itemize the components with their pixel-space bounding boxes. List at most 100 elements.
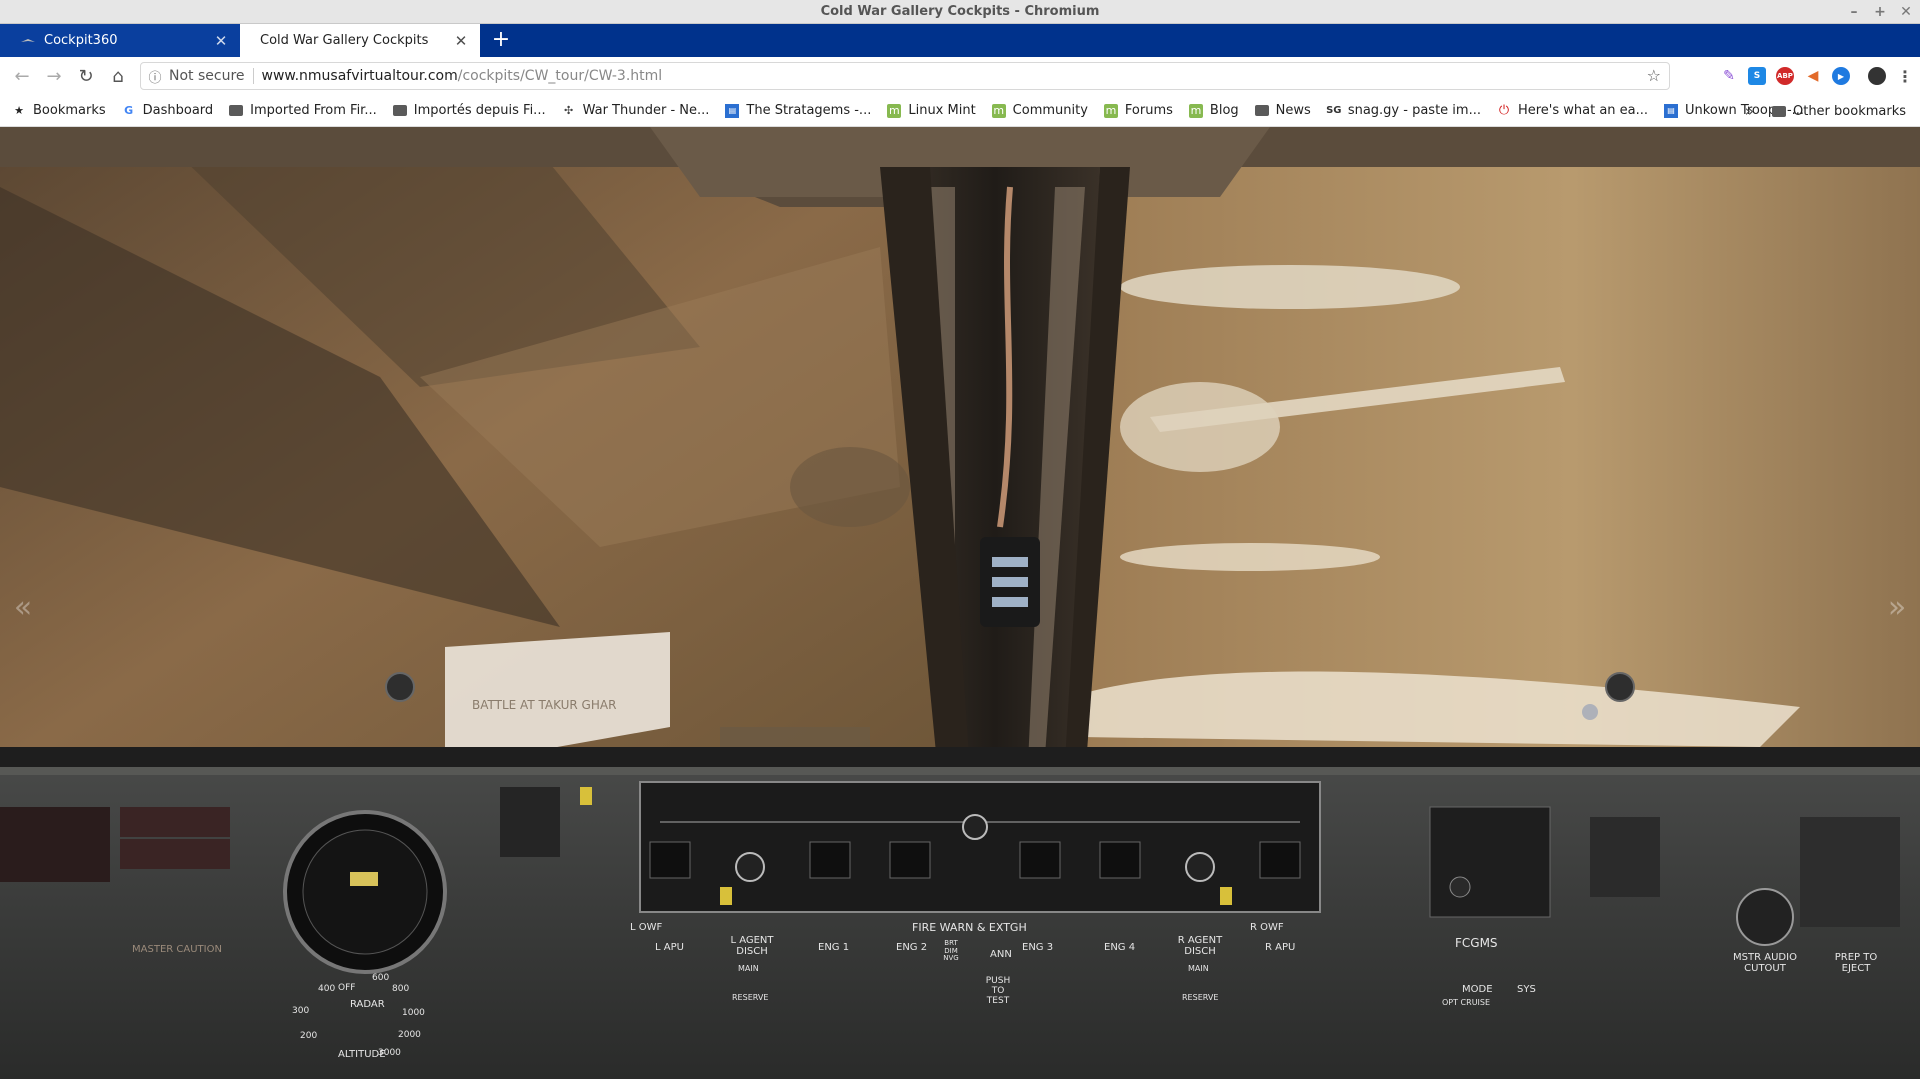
- info-icon[interactable]: ⓘ: [141, 67, 169, 86]
- bookmark-label: Linux Mint: [908, 103, 976, 118]
- maximize-icon[interactable]: +: [1874, 4, 1886, 20]
- sys-label: SYS: [1517, 984, 1536, 995]
- l-apu-label: L APU: [655, 942, 684, 953]
- new-tab-button[interactable]: +: [486, 25, 516, 55]
- folder-icon: [229, 104, 244, 118]
- bookmark-label: Blog: [1209, 103, 1239, 118]
- bookmark-item[interactable]: Importés depuis Fi...: [392, 103, 546, 118]
- alt-tick: 600: [372, 973, 390, 983]
- pan-right-icon[interactable]: »: [1882, 587, 1912, 627]
- bookmark-item[interactable]: News: [1254, 103, 1311, 118]
- alt-tick: 2000: [398, 1030, 421, 1040]
- pan-left-icon[interactable]: «: [8, 587, 38, 627]
- bookmark-label: Dashboard: [142, 103, 214, 118]
- bookmark-star-icon[interactable]: ☆: [1647, 66, 1661, 85]
- r-owf-label: R OWF: [1250, 922, 1284, 933]
- panorama-viewer[interactable]: BATTLE AT TAKUR GHAR MASTER CAUTION OFF …: [0, 127, 1920, 1079]
- mint-icon: m: [991, 103, 1006, 118]
- tab-strip: Cockpit360 ✕ Cold War Gallery Cockpits ✕…: [0, 24, 1920, 57]
- r-reserve-label: RESERVE: [1182, 993, 1219, 1002]
- snag-icon: SG: [1326, 105, 1342, 116]
- page-icon: ▤: [725, 103, 740, 118]
- menu-dots-icon[interactable]: ⋮: [1896, 67, 1914, 86]
- exhibit-banner-text: BATTLE AT TAKUR GHAR: [472, 698, 616, 712]
- home-icon[interactable]: ⌂: [102, 60, 134, 92]
- war-thunder-icon: ✣: [563, 104, 574, 117]
- other-bookmarks-label: Other bookmarks: [1792, 103, 1906, 119]
- tab-cold-war-gallery[interactable]: Cold War Gallery Cockpits ✕: [240, 24, 480, 57]
- bookmarks-bar: ★ Bookmarks G Dashboard Imported From Fir.…: [0, 95, 1920, 127]
- address-bar[interactable]: ⓘ Not secure www.nmusafvirtualtour.com/c…: [140, 62, 1670, 90]
- bookmark-item[interactable]: ✣ War Thunder - Ne...: [562, 103, 709, 118]
- bookmark-item[interactable]: m Community: [991, 103, 1088, 118]
- tab-cockpit360[interactable]: Cockpit360 ✕: [0, 24, 240, 57]
- eng-2-label: ENG 2: [896, 942, 928, 953]
- other-bookmarks-folder[interactable]: Other bookmarks: [1771, 103, 1906, 119]
- mint-icon: m: [1188, 103, 1203, 118]
- bookmark-item[interactable]: ⏻ Here's what an ea...: [1497, 103, 1648, 118]
- bookmark-item[interactable]: Imported From Fir...: [229, 103, 377, 118]
- bookmark-label: Bookmarks: [33, 103, 106, 118]
- security-label: Not secure: [169, 68, 254, 84]
- url-path: /cockpits/CW_tour/CW-3.html: [457, 68, 663, 84]
- star-icon: ★: [14, 104, 24, 117]
- mint-icon: m: [887, 103, 902, 118]
- url-host: www.nmusafvirtualtour.com: [261, 68, 458, 84]
- bookmark-label: Imported From Fir...: [250, 103, 377, 118]
- cockpit-panorama-image: BATTLE AT TAKUR GHAR: [0, 127, 1920, 1079]
- bookmark-item[interactable]: ▤ The Stratagems -...: [725, 103, 871, 118]
- bookmarks-overflow-button[interactable]: »: [1745, 102, 1754, 120]
- l-main-label: MAIN: [738, 964, 759, 973]
- window-titlebar: Cold War Gallery Cockpits - Chromium – +…: [0, 0, 1920, 24]
- close-window-icon[interactable]: ✕: [1900, 4, 1912, 20]
- feather-extension-icon[interactable]: ✎: [1720, 67, 1738, 85]
- opt-cruise-label: OPT CRUISE: [1442, 998, 1491, 1007]
- bookmark-item[interactable]: m Blog: [1188, 103, 1239, 118]
- folder-icon: [1254, 104, 1269, 118]
- r-apu-label: R APU: [1265, 942, 1296, 953]
- reload-icon[interactable]: ↻: [70, 60, 102, 92]
- bookmark-item[interactable]: G Dashboard: [122, 103, 214, 118]
- skype-extension-icon[interactable]: S: [1748, 67, 1766, 85]
- bookmark-item[interactable]: m Linux Mint: [887, 103, 976, 118]
- bookmark-item[interactable]: m Forums: [1103, 103, 1173, 118]
- mstr-audio-label: MSTR AUDIO CUTOUT: [1733, 952, 1797, 974]
- l-owf-label: L OWF: [630, 922, 663, 933]
- master-caution-label: MASTER CAUTION: [132, 944, 222, 955]
- ann-label: ANN: [990, 949, 1012, 960]
- back-arrow-icon[interactable]: ←: [6, 60, 38, 92]
- alt-tick: 400: [318, 984, 336, 994]
- forward-arrow-icon[interactable]: →: [38, 60, 70, 92]
- r-main-label: MAIN: [1188, 964, 1209, 973]
- play-extension-icon[interactable]: ▶: [1832, 67, 1850, 85]
- brt-dim-label: BRT DIM NVG: [943, 939, 959, 963]
- close-tab-icon[interactable]: ✕: [214, 32, 228, 50]
- profile-avatar-icon[interactable]: [1868, 67, 1886, 85]
- eng-4-label: ENG 4: [1104, 942, 1136, 953]
- alt-tick: 200: [300, 1031, 318, 1041]
- page-icon: ▤: [1664, 103, 1679, 118]
- alt-tick: 300: [292, 1006, 310, 1016]
- speaker-extension-icon[interactable]: ◀: [1804, 67, 1822, 85]
- bookmark-item[interactable]: ★ Bookmarks: [12, 103, 106, 118]
- browser-toolbar: ← → ↻ ⌂ ⓘ Not secure www.nmusafvirtualto…: [0, 57, 1920, 95]
- bookmark-item[interactable]: SG snag.gy - paste im...: [1326, 103, 1481, 118]
- close-tab-icon[interactable]: ✕: [454, 32, 468, 50]
- bookmark-label: News: [1275, 103, 1311, 118]
- extension-icons: ✎ S ABP ◀ ▶ ⋮: [1720, 57, 1914, 95]
- mode-label: MODE: [1462, 984, 1493, 995]
- alt-tick: 3000: [378, 1048, 401, 1058]
- fcgms-label: FCGMS: [1455, 936, 1498, 950]
- bookmark-label: Here's what an ea...: [1517, 103, 1649, 118]
- adblock-extension-icon[interactable]: ABP: [1776, 67, 1794, 85]
- google-icon: G: [124, 104, 134, 117]
- minimize-icon[interactable]: –: [1848, 4, 1860, 20]
- bookmark-label: snag.gy - paste im...: [1347, 103, 1481, 118]
- push-to-test-label: PUSH TO TEST: [985, 976, 1011, 1006]
- aircraft-favicon-icon: [20, 33, 36, 49]
- fire-warn-label: FIRE WARN & EXTGH: [912, 921, 1027, 934]
- eng-3-label: ENG 3: [1022, 942, 1054, 953]
- bookmark-label: Community: [1012, 103, 1088, 118]
- bookmark-label: Forums: [1124, 103, 1173, 118]
- tab-title: Cockpit360: [44, 33, 118, 48]
